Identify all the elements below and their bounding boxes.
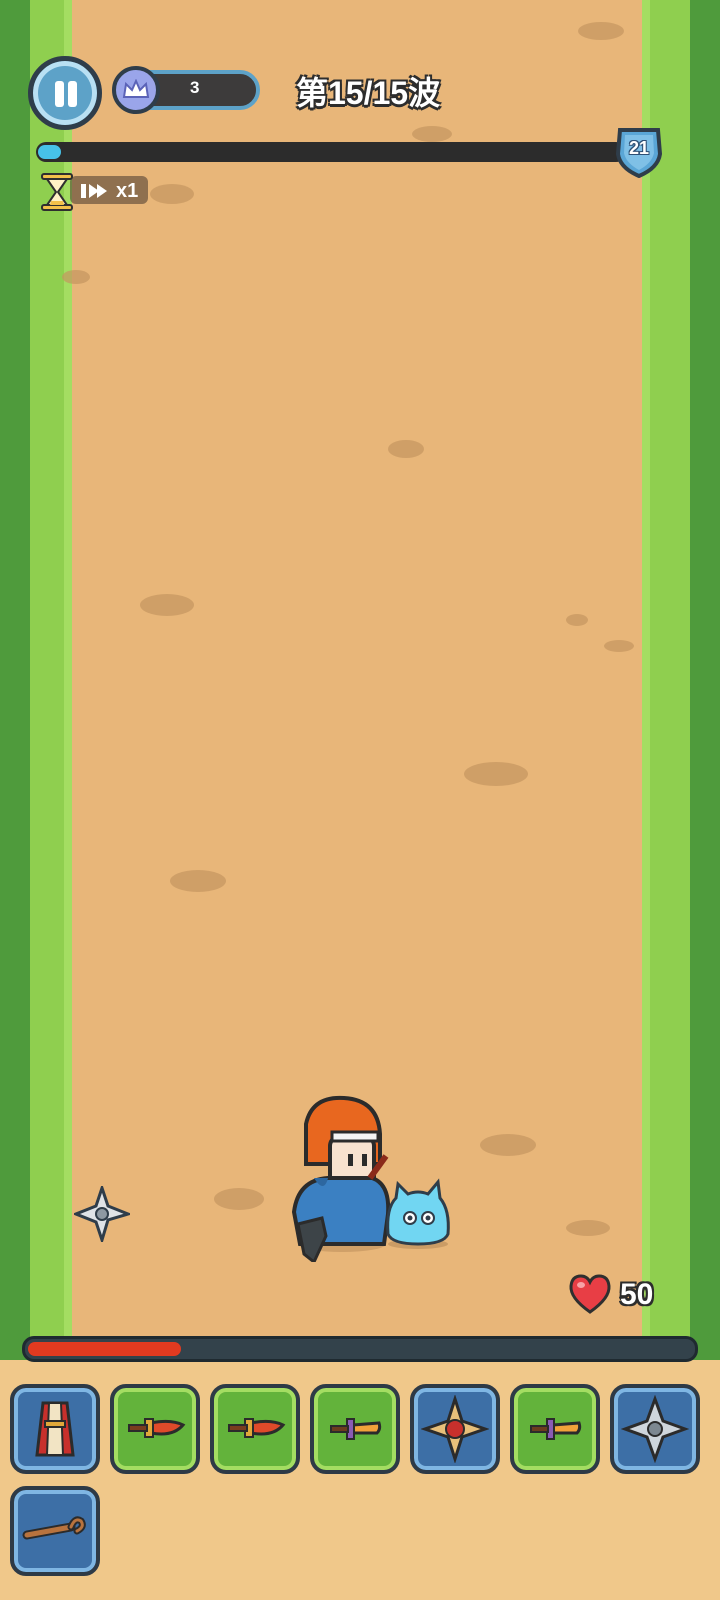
speed-toggle[interactable]: x1 <box>40 172 148 211</box>
gold-shuriken-icon <box>421 1395 489 1463</box>
wave-progress-fill <box>38 145 62 159</box>
inventory-slot-wooden-staff[interactable] <box>10 1486 100 1576</box>
crown-icon <box>112 66 160 114</box>
red-sword-icon <box>128 1418 186 1438</box>
wave-progress-bar <box>36 142 626 162</box>
fast-forward-icon <box>81 184 107 198</box>
pause-icon <box>55 81 64 107</box>
equipment-inventory <box>0 1362 720 1600</box>
inventory-slot-steel-shuriken[interactable] <box>610 1384 700 1474</box>
orange-dagger-icon <box>330 1418 382 1440</box>
crown-count: 3 <box>190 78 200 97</box>
player-health-fill <box>28 1342 181 1356</box>
grass-border-right <box>642 0 720 1360</box>
inventory-slot-robe[interactable] <box>10 1384 100 1474</box>
robe-icon <box>35 1401 75 1457</box>
heart-icon <box>569 1274 611 1314</box>
shuriken-projectile <box>74 1186 130 1242</box>
player-hp-value: 50 <box>620 1278 654 1311</box>
level-number: 21 <box>628 138 650 158</box>
orange-dagger-icon <box>530 1418 582 1440</box>
wooden-staff-icon <box>22 1516 86 1540</box>
wave-label: 第15/15波 <box>296 75 441 111</box>
pause-button[interactable] <box>28 56 102 130</box>
inventory-slot-orange-dagger-2[interactable] <box>510 1384 600 1474</box>
blue-slime-pet <box>386 1178 450 1249</box>
inventory-slot-red-sword-2[interactable] <box>210 1384 300 1474</box>
inventory-slot-red-sword-1[interactable] <box>110 1384 200 1474</box>
steel-shuriken-icon <box>621 1395 689 1463</box>
player-health-bar <box>22 1336 698 1362</box>
speed-multiplier: x1 <box>116 180 139 202</box>
red-sword-icon <box>228 1418 286 1438</box>
inventory-slot-gold-shuriken[interactable] <box>410 1384 500 1474</box>
hourglass-icon <box>41 173 73 211</box>
inventory-slot-orange-dagger-1[interactable] <box>310 1384 400 1474</box>
